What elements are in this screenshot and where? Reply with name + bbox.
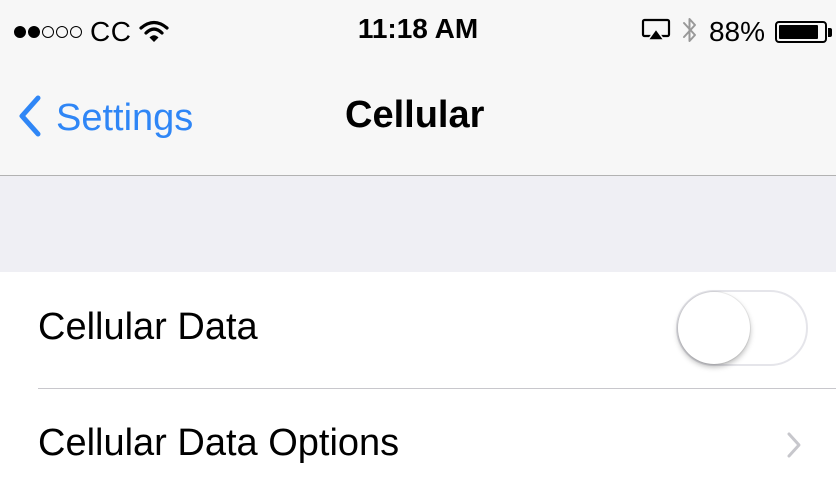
cellular-settings-screen: CC 11:18 AM 88% Settings Cellular Cellul… [0, 0, 836, 504]
status-bar: CC 11:18 AM 88% [0, 0, 836, 64]
cellular-data-row: Cellular Data [0, 272, 836, 389]
status-right-group: 88% [641, 14, 832, 50]
back-button-label: Settings [56, 96, 194, 139]
battery-icon [775, 21, 832, 43]
battery-percent: 88% [708, 16, 765, 47]
cellular-data-options-row[interactable]: Cellular Data Options [0, 388, 836, 504]
toggle-knob [678, 292, 750, 364]
battery-cap [828, 27, 832, 37]
page-title: Cellular [345, 94, 485, 136]
cellular-data-label: Cellular Data [38, 306, 258, 348]
chevron-right-icon [786, 431, 802, 464]
cellular-data-options-label: Cellular Data Options [38, 422, 400, 464]
battery-body [775, 21, 827, 43]
bluetooth-icon [681, 15, 699, 50]
back-button[interactable]: Settings [18, 86, 193, 150]
navigation-bar: Settings Cellular [0, 64, 836, 176]
chevron-left-icon [18, 95, 42, 142]
battery-fill [779, 25, 818, 39]
airplay-icon [641, 18, 671, 47]
top-bar: CC 11:18 AM 88% Settings Cellular [0, 0, 836, 176]
settings-group: Cellular Data Cellular Data Options [0, 272, 836, 504]
cellular-data-toggle[interactable] [676, 290, 808, 366]
